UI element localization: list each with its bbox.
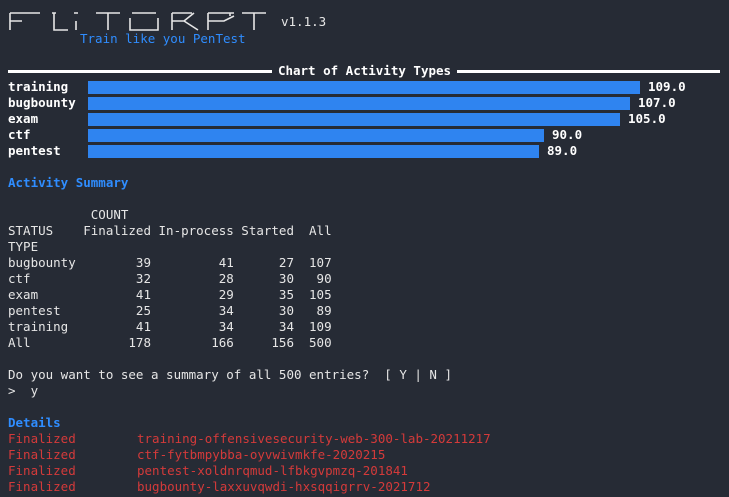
list-item: Finalized	[8, 447, 76, 463]
detail-name: pentest-xoldnrqmud-lfbkgvpmzq-201841	[137, 463, 408, 478]
bar-value-exam: 105.0	[628, 111, 666, 126]
bar-exam	[88, 113, 620, 126]
details-title: Details	[8, 415, 61, 430]
summary-title: Activity Summary	[8, 175, 129, 190]
bar-value-ctf: 90.0	[552, 127, 583, 142]
chart-title: Chart of Activity Types	[0, 63, 729, 79]
detail-name: training-offensivesecurity-web-300-lab-2…	[137, 431, 491, 446]
list-item: Finalized	[8, 479, 76, 495]
bar-pentest	[88, 145, 539, 158]
version-label: v1.1.3	[281, 14, 327, 29]
detail-status: Finalized	[8, 431, 76, 446]
table-row: pentest 25 34 30 89	[8, 303, 332, 318]
table-row: bugbounty 39 41 27 107	[8, 255, 332, 270]
bar-value-pentest: 89.0	[547, 143, 578, 158]
summary-header-count: COUNT	[8, 207, 129, 222]
tagline: Train like you PenTest	[80, 31, 246, 46]
table-row-total: All 178 166 156 500	[8, 335, 332, 350]
bar-label-bugbounty: bugbounty	[8, 95, 76, 110]
summary-prompt: Do you want to see a summary of all 500 …	[8, 367, 453, 382]
list-item: Finalized	[8, 463, 76, 479]
detail-status: Finalized	[8, 479, 76, 494]
summary-header-columns: STATUS Finalized In-process Started All	[8, 223, 332, 238]
bar-value-bugbounty: 107.0	[638, 95, 676, 110]
detail-name: ctf-fytbmpybba-oyvwivmkfe-2020215	[137, 447, 386, 462]
table-row: ctf 32 28 30 90	[8, 271, 332, 286]
bar-bugbounty	[88, 97, 630, 110]
summary-header-type: TYPE	[8, 239, 39, 254]
bar-ctf	[88, 129, 544, 142]
list-item: Finalized	[8, 431, 76, 447]
bar-label-training: training	[8, 79, 69, 94]
detail-status: Finalized	[8, 463, 76, 478]
bar-label-pentest: pentest	[8, 143, 61, 158]
detail-status: Finalized	[8, 447, 76, 462]
detail-name: bugbounty-laxxuvqwdi-hxsqqigrrv-2021712	[137, 479, 431, 494]
bar-value-training: 109.0	[648, 79, 686, 94]
bar-label-exam: exam	[8, 111, 39, 126]
table-row: exam 41 29 35 105	[8, 287, 332, 302]
bar-training	[88, 81, 640, 94]
prompt-answer-input[interactable]: > y	[8, 383, 38, 399]
bar-label-ctf: ctf	[8, 127, 31, 142]
table-row: training 41 34 34 109	[8, 319, 332, 334]
app-logo	[9, 12, 266, 31]
